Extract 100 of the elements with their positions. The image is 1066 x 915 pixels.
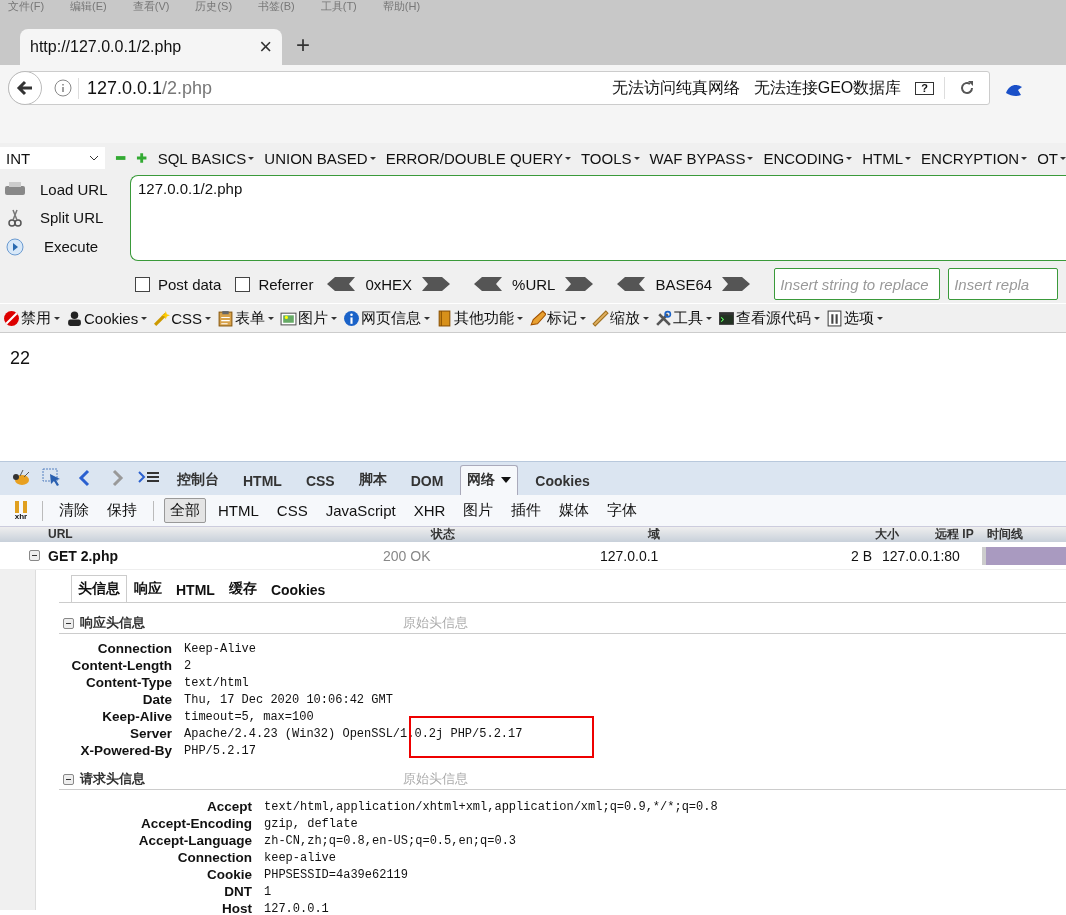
filter-button[interactable]: XHR (407, 499, 452, 522)
browser-tab[interactable]: http://127.0.0.1/2.php × (20, 29, 282, 65)
checkbox[interactable] (235, 276, 251, 292)
panel-tab[interactable]: DOM (403, 467, 451, 495)
left-arrow-icon[interactable] (617, 277, 646, 291)
hackbar-button[interactable]: Execute (4, 237, 130, 256)
url-textarea[interactable]: 127.0.0.1/2.php (130, 175, 1066, 261)
right-arrow-icon[interactable] (565, 277, 594, 291)
collapse-toggle[interactable] (29, 550, 40, 561)
wand-icon (153, 309, 171, 327)
hackbar-menu[interactable]: WAF BYPASS (649, 149, 754, 167)
hackbar-menu[interactable]: SQL BASICS (157, 149, 255, 167)
bug-icon[interactable] (10, 468, 32, 488)
toolbar-menu[interactable]: 表单 (217, 308, 275, 328)
new-tab-button[interactable]: + (296, 31, 310, 59)
toolbar-menu[interactable]: 查看源代码 (718, 308, 821, 328)
toolbar-menu[interactable]: CSS (153, 309, 212, 327)
back-button[interactable] (8, 71, 42, 105)
toolbar-button[interactable]: 清除 (53, 498, 95, 523)
checkbox[interactable] (135, 276, 150, 292)
notice-text: 无法连接GEO数据库 (753, 77, 902, 98)
plus-icon[interactable] (136, 152, 148, 164)
toolbar-menu[interactable]: 图片 (280, 308, 338, 328)
request-url[interactable]: GET 2.php (48, 547, 383, 564)
ruler-icon (592, 309, 610, 327)
type-select[interactable]: INT (0, 147, 105, 169)
header-value: Thu, 17 Dec 2020 10:06:42 GMT (184, 692, 394, 707)
domain-cell-text: 127.0.0.1 (600, 547, 660, 564)
hackbar-menu[interactable]: OT (1037, 149, 1066, 167)
url-text: 127.0.0.1/2.php (78, 77, 213, 99)
column-header[interactable]: 域 (648, 527, 875, 542)
right-arrow-icon[interactable] (722, 277, 751, 291)
info-icon[interactable] (54, 79, 72, 97)
left-arrow-icon[interactable] (474, 277, 503, 291)
detail-tab[interactable]: HTML (169, 577, 222, 602)
help-button[interactable]: ? (915, 81, 934, 95)
toolbar-menu[interactable]: 工具 (655, 308, 713, 328)
right-arrow-icon[interactable] (422, 277, 451, 291)
hackbar-button[interactable]: Split URL (4, 208, 130, 227)
hackbar-menu[interactable]: TOOLS (580, 149, 640, 167)
filter-button[interactable]: 全部 (164, 498, 206, 523)
detail-tab[interactable]: 缓存 (221, 575, 264, 602)
filter-button[interactable]: CSS (270, 499, 314, 522)
panel-tab[interactable]: 网络 (460, 465, 519, 495)
reload-icon[interactable] (959, 80, 975, 96)
detail-tab[interactable]: Cookies (263, 577, 333, 602)
left-arrow-icon[interactable] (327, 277, 356, 291)
detail-tab[interactable]: 头信息 (71, 575, 127, 602)
collapse-toggle[interactable] (63, 773, 74, 785)
panel-tab[interactable]: HTML (236, 467, 289, 495)
filter-button[interactable]: JavaScript (319, 499, 402, 522)
dropdown-caret-icon (814, 316, 821, 320)
hackbar-menu[interactable]: ENCRYPTION (921, 149, 1028, 167)
hackbar-menu[interactable]: ERROR/DOUBLE QUERY (385, 149, 571, 167)
filter-button[interactable]: 媒体 (553, 498, 596, 523)
detail-tab[interactable]: 响应 (127, 575, 169, 602)
toolbar-menu[interactable]: 网页信息 (343, 308, 431, 328)
column-header[interactable]: 状态 (431, 527, 648, 542)
toolbar-menu[interactable]: Cookies (66, 309, 148, 327)
close-tab-button[interactable]: × (259, 34, 272, 60)
replace-field[interactable]: Insert string to replace (774, 268, 941, 300)
toolbar-menu[interactable]: 选项 (826, 308, 884, 328)
hackbar-menu[interactable]: ENCODING (763, 149, 853, 167)
size-cell-text: 2 B (850, 547, 873, 564)
column-header[interactable]: 时间线 (987, 527, 1066, 542)
dropdown-caret-icon (205, 316, 212, 320)
toolbar-menu[interactable]: 缩放 (592, 308, 650, 328)
column-header[interactable]: 远程 IP (935, 527, 987, 542)
filter-button[interactable]: 字体 (601, 498, 644, 523)
replace-field[interactable]: Insert repla (948, 268, 1059, 300)
header-name: X-Powered-By (79, 743, 172, 758)
header-value: timeout=5, max=100 (184, 709, 315, 724)
clipboard-icon (217, 309, 235, 327)
filter-button[interactable]: 插件 (505, 498, 548, 523)
header-value: gzip, deflate (264, 816, 359, 831)
hackbar-button[interactable]: Load URL (4, 180, 130, 198)
address-bar[interactable]: 127.0.0.1/2.php 无法访问纯真网络 无法连接GEO数据库 ? (8, 71, 990, 105)
toolbar-button[interactable]: 保持 (101, 498, 143, 523)
hackbar-menu[interactable]: UNION BASED (264, 149, 376, 167)
panel-tab[interactable]: Cookies (528, 467, 597, 495)
panel-tab[interactable]: 脚本 (351, 465, 394, 495)
status-cell-text: 200 OK (383, 547, 432, 564)
toolbar-menu[interactable]: 其他功能 (436, 308, 524, 328)
column-header[interactable]: 大小 (875, 527, 935, 542)
filter-button[interactable]: 图片 (457, 498, 500, 523)
tools-icon (655, 309, 673, 327)
toolbar-menu[interactable]: 禁用 (3, 308, 60, 328)
panel-tab[interactable]: CSS (298, 467, 342, 495)
hackbar-menu[interactable]: HTML (862, 149, 912, 167)
dropdown-caret-icon (54, 316, 60, 320)
filter-button[interactable]: HTML (212, 499, 265, 522)
toolbar-menu[interactable]: 标记 (529, 308, 587, 328)
dropdown-caret-icon (141, 316, 148, 320)
collapse-toggle[interactable] (63, 617, 74, 629)
checkbox-label: Referrer (258, 275, 314, 293)
options-icon (826, 309, 844, 327)
column-header[interactable]: URL (48, 527, 431, 542)
panel-tab[interactable]: 控制台 (170, 465, 226, 495)
header-value: text/html,application/xhtml+xml,application/xml;q=0.9,*/*;q=0.8 (264, 799, 719, 814)
dropdown-caret-icon (877, 316, 884, 320)
